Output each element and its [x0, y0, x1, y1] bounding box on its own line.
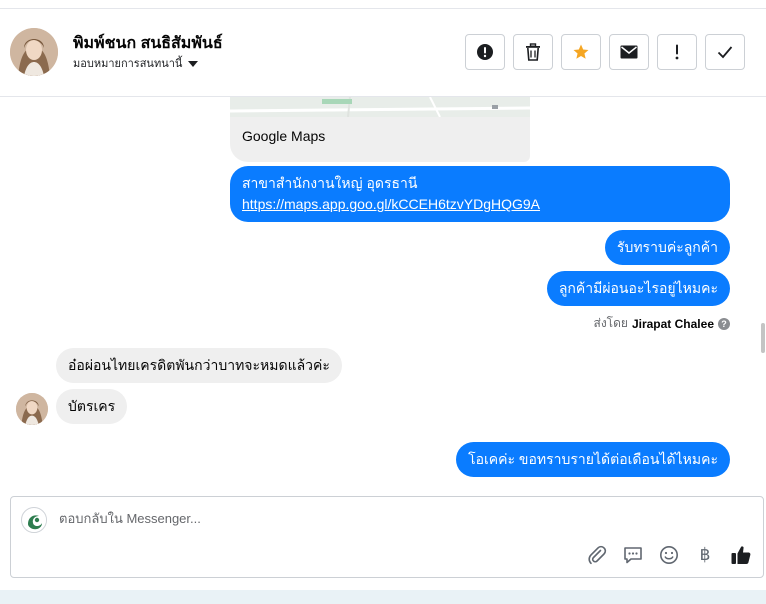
reply-composer: ฿ — [10, 496, 764, 578]
map-preview-card[interactable]: Google Maps — [230, 97, 530, 162]
attach-button[interactable] — [585, 543, 609, 567]
message-text: รับทราบค่ะลูกค้า — [616, 239, 718, 255]
delete-button[interactable] — [513, 34, 553, 70]
payment-button[interactable]: ฿ — [693, 543, 717, 567]
check-icon — [717, 46, 733, 59]
exclamation-icon — [675, 44, 679, 60]
message-text: สาขาสำนักงานใหญ่ อุดรธานี — [242, 175, 418, 191]
trash-icon — [526, 43, 540, 61]
contact-avatar-small — [16, 393, 48, 425]
contact-avatar[interactable] — [10, 28, 58, 76]
assign-conversation-dropdown[interactable]: มอบหมายการสนทนานี้ — [73, 54, 199, 72]
composer-tools: ฿ — [585, 543, 753, 567]
star-button[interactable] — [561, 34, 601, 70]
conversation-header: พิมพ์ชนก สนธิสัมพันธ์ มอบหมายการสนทนานี้ — [0, 8, 766, 97]
inbox-conversation: พิมพ์ชนก สนธิสัมพันธ์ มอบหมายการสนทนานี้ — [0, 0, 766, 604]
sent-by-indicator: ส่งโดย Jirapat Chalee ? — [593, 314, 730, 333]
message-link[interactable]: https://maps.app.goo.gl/kCCEH6tzvYDgHQG9… — [242, 196, 540, 212]
thread-scrollbar[interactable] — [761, 323, 765, 353]
message-text: บัตรเคร — [68, 398, 116, 414]
mark-unread-button[interactable] — [609, 34, 649, 70]
help-icon[interactable]: ? — [718, 317, 730, 330]
follow-up-button[interactable] — [657, 34, 697, 70]
outgoing-message[interactable]: สาขาสำนักงานใหญ่ อุดรธานี https://maps.a… — [230, 166, 730, 222]
exclamation-circle-icon — [477, 44, 493, 60]
thumbs-up-icon — [731, 546, 751, 564]
sent-by-prefix: ส่งโดย — [593, 316, 628, 330]
done-button[interactable] — [705, 34, 745, 70]
message-text: อ๋อผ่อนไทยเครดิตพันกว่าบาทจะหมดแล้วค่ะ — [68, 357, 330, 373]
reply-input[interactable] — [59, 511, 619, 526]
star-icon — [573, 44, 589, 59]
incoming-message[interactable]: บัตรเคร — [56, 389, 128, 424]
spam-button[interactable] — [465, 34, 505, 70]
outgoing-message[interactable]: โอเคค่ะ ขอทราบรายได้ต่อเดือนได้ไหมคะ — [456, 442, 730, 477]
conversation-actions — [465, 34, 745, 70]
sent-by-name: Jirapat Chalee — [631, 316, 714, 331]
incoming-message[interactable]: อ๋อผ่อนไทยเครดิตพันกว่าบาทจะหมดแล้วค่ะ — [56, 348, 342, 383]
saved-replies-button[interactable] — [621, 543, 645, 567]
message-thread[interactable]: Google Maps สาขาสำนักงานใหญ่ อุดรธานี ht… — [0, 97, 760, 487]
baht-icon: ฿ — [699, 545, 711, 565]
like-button[interactable] — [729, 543, 753, 567]
contact-name[interactable]: พิมพ์ชนก สนธิสัมพันธ์ — [73, 31, 223, 56]
page-logo-icon — [21, 507, 47, 533]
paperclip-icon — [588, 545, 607, 565]
bottom-strip — [0, 590, 766, 604]
message-text: ลูกค้ามีผ่อนอะไรอยู่ไหมคะ — [558, 280, 718, 296]
map-thumbnail — [230, 97, 530, 118]
envelope-icon — [620, 45, 638, 59]
message-text: โอเคค่ะ ขอทราบรายได้ต่อเดือนได้ไหมคะ — [468, 451, 718, 467]
saved-reply-icon — [624, 547, 642, 564]
emoji-button[interactable] — [657, 543, 681, 567]
chevron-down-icon — [188, 60, 199, 67]
assign-label: มอบหมายการสนทนานี้ — [73, 58, 183, 70]
outgoing-message[interactable]: ลูกค้ามีผ่อนอะไรอยู่ไหมคะ — [546, 271, 730, 306]
outgoing-message[interactable]: รับทราบค่ะลูกค้า — [604, 230, 730, 265]
emoji-icon — [660, 546, 678, 564]
map-card-title: Google Maps — [242, 128, 326, 144]
